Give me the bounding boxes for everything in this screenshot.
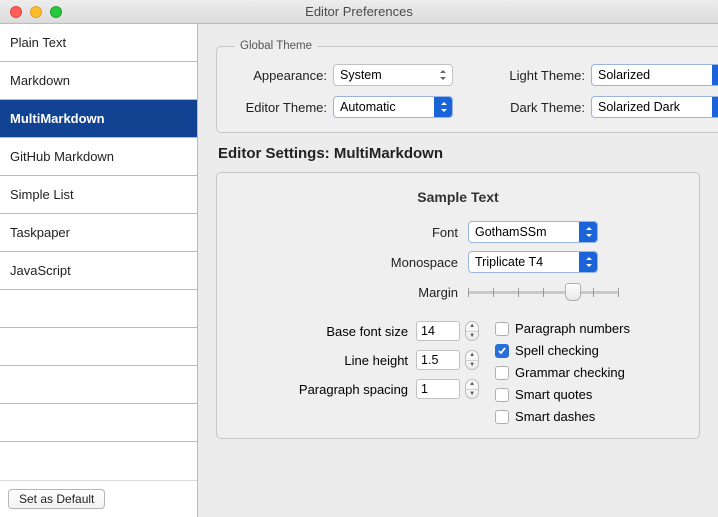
chevron-up-icon[interactable]: ▲ xyxy=(466,322,478,332)
appearance-select[interactable]: System xyxy=(333,64,453,86)
monospace-select[interactable]: Triplicate T4 xyxy=(468,251,598,273)
margin-slider[interactable] xyxy=(468,281,618,303)
window-title: Editor Preferences xyxy=(0,4,718,19)
font-select[interactable]: GothamSSm xyxy=(468,221,598,243)
monospace-label: Monospace xyxy=(308,255,468,270)
global-theme-group: Global Theme Appearance: System Light Th… xyxy=(216,40,718,133)
grammar-checking-label: Grammar checking xyxy=(515,365,625,380)
sidebar-empty-row xyxy=(0,366,197,404)
paragraph-numbers-label: Paragraph numbers xyxy=(515,321,630,336)
line-height-stepper[interactable]: ▲▼ xyxy=(465,350,479,370)
spell-checking-label: Spell checking xyxy=(515,343,599,358)
base-font-size-label: Base font size xyxy=(286,324,416,339)
paragraph-spacing-label: Paragraph spacing xyxy=(286,382,416,397)
paragraph-numbers-checkbox[interactable] xyxy=(495,322,509,336)
sidebar-item-simple-list[interactable]: Simple List xyxy=(0,176,197,214)
sidebar-empty-row xyxy=(0,404,197,442)
grammar-checking-checkbox[interactable] xyxy=(495,366,509,380)
updown-icon xyxy=(434,65,452,85)
paragraph-spacing-stepper[interactable]: ▲▼ xyxy=(465,379,479,399)
paragraph-spacing-input[interactable] xyxy=(416,379,460,399)
base-font-size-input[interactable] xyxy=(416,321,460,341)
appearance-label: Appearance: xyxy=(231,68,333,83)
chevron-down-icon[interactable]: ▼ xyxy=(466,390,478,399)
sidebar-item-taskpaper[interactable]: Taskpaper xyxy=(0,214,197,252)
font-label: Font xyxy=(308,225,468,240)
smart-quotes-label: Smart quotes xyxy=(515,387,592,402)
smart-dashes-checkbox[interactable] xyxy=(495,410,509,424)
margin-label: Margin xyxy=(308,285,468,300)
titlebar: Editor Preferences xyxy=(0,0,718,24)
editor-theme-select[interactable]: Automatic xyxy=(333,96,453,118)
light-theme-select[interactable]: Solarized xyxy=(591,64,718,86)
line-height-input[interactable] xyxy=(416,350,460,370)
set-default-button[interactable]: Set as Default xyxy=(8,489,105,509)
sidebar-item-plain-text[interactable]: Plain Text xyxy=(0,24,197,62)
updown-icon xyxy=(712,65,718,85)
sidebar-item-markdown[interactable]: Markdown xyxy=(0,62,197,100)
line-height-label: Line height xyxy=(286,353,416,368)
sample-text-title: Sample Text xyxy=(417,189,498,205)
chevron-down-icon[interactable]: ▼ xyxy=(466,332,478,341)
sidebar-empty-row xyxy=(0,290,197,328)
dark-theme-label: Dark Theme: xyxy=(499,100,591,115)
light-theme-label: Light Theme: xyxy=(499,68,591,83)
global-theme-legend: Global Theme xyxy=(235,40,317,52)
updown-icon xyxy=(579,222,597,242)
slider-thumb-icon[interactable] xyxy=(565,283,581,301)
sidebar-item-github-markdown[interactable]: GitHub Markdown xyxy=(0,138,197,176)
sidebar-item-javascript[interactable]: JavaScript xyxy=(0,252,197,290)
chevron-up-icon[interactable]: ▲ xyxy=(466,351,478,361)
editor-theme-label: Editor Theme: xyxy=(231,100,333,115)
updown-icon xyxy=(434,97,452,117)
sidebar-item-multimarkdown[interactable]: MultiMarkdown xyxy=(0,100,197,138)
editor-settings-heading: Editor Settings: MultiMarkdown xyxy=(218,145,700,162)
chevron-down-icon[interactable]: ▼ xyxy=(466,361,478,370)
smart-quotes-checkbox[interactable] xyxy=(495,388,509,402)
sidebar-empty-row xyxy=(0,328,197,366)
sidebar: Plain Text Markdown MultiMarkdown GitHub… xyxy=(0,24,198,517)
updown-icon xyxy=(579,252,597,272)
chevron-up-icon[interactable]: ▲ xyxy=(466,380,478,390)
base-font-size-stepper[interactable]: ▲▼ xyxy=(465,321,479,341)
editor-settings-group: Sample Text Font GothamSSm Monospace xyxy=(216,172,700,439)
main-panel: Global Theme Appearance: System Light Th… xyxy=(198,24,718,517)
dark-theme-select[interactable]: Solarized Dark xyxy=(591,96,718,118)
spell-checking-checkbox[interactable] xyxy=(495,344,509,358)
updown-icon xyxy=(712,97,718,117)
smart-dashes-label: Smart dashes xyxy=(515,409,595,424)
